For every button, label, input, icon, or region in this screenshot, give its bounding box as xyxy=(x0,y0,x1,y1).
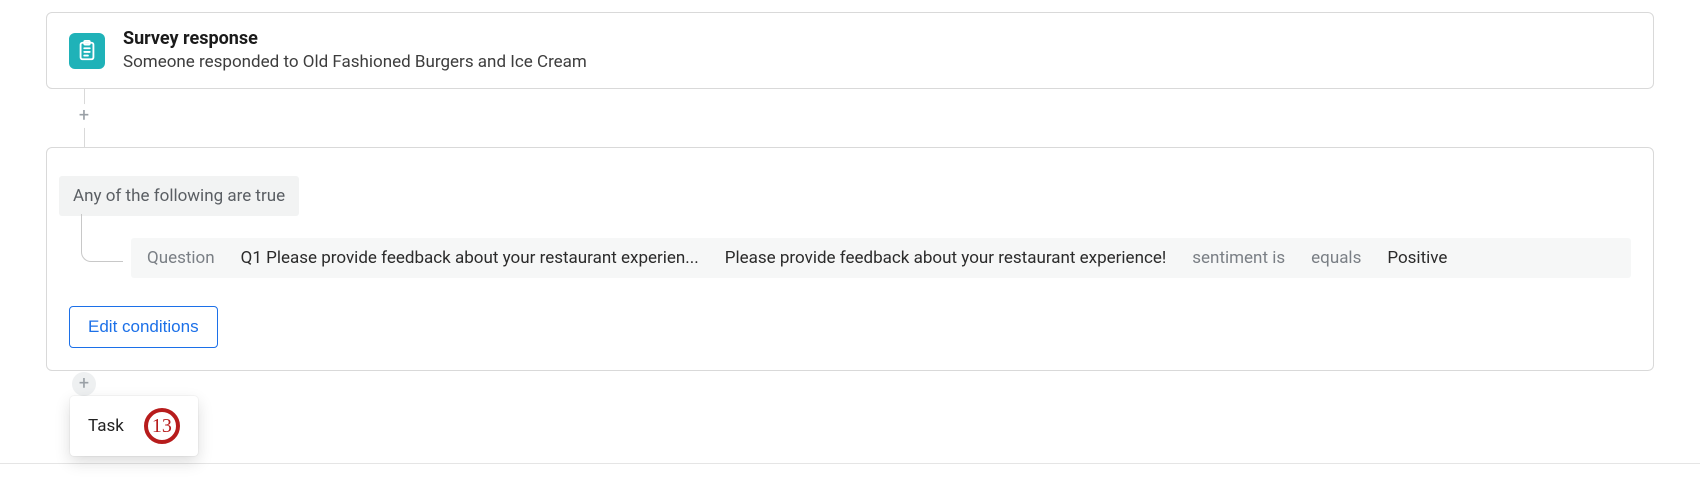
add-task-menu-item[interactable]: Task 13 xyxy=(70,396,198,456)
trigger-subtitle: Someone responded to Old Fashioned Burge… xyxy=(123,51,587,74)
plus-icon: + xyxy=(79,375,89,393)
condition-branch-connector xyxy=(81,214,123,262)
plus-icon: + xyxy=(79,107,89,125)
conditions-card[interactable]: Any of the following are true Question Q… xyxy=(46,147,1654,371)
trigger-title: Survey response xyxy=(123,27,587,51)
edit-conditions-button[interactable]: Edit conditions xyxy=(69,306,218,348)
condition-field-label: Question xyxy=(147,248,215,268)
add-task-label: Task xyxy=(88,416,124,436)
add-step-button[interactable]: + xyxy=(72,104,96,128)
condition-value: Positive xyxy=(1387,248,1447,268)
condition-group-label: Any of the following are true xyxy=(59,176,299,216)
condition-question-text: Please provide feedback about your resta… xyxy=(725,248,1167,268)
condition-operator: equals xyxy=(1311,248,1361,268)
condition-attribute: sentiment is xyxy=(1192,248,1285,268)
condition-row[interactable]: Question Q1 Please provide feedback abou… xyxy=(131,238,1631,278)
clipboard-icon xyxy=(69,33,105,69)
add-step-button-active[interactable]: + xyxy=(72,372,96,396)
step-annotation-badge: 13 xyxy=(144,408,180,444)
condition-question-ref: Q1 Please provide feedback about your re… xyxy=(241,248,699,268)
trigger-card[interactable]: Survey response Someone responded to Old… xyxy=(46,12,1654,89)
